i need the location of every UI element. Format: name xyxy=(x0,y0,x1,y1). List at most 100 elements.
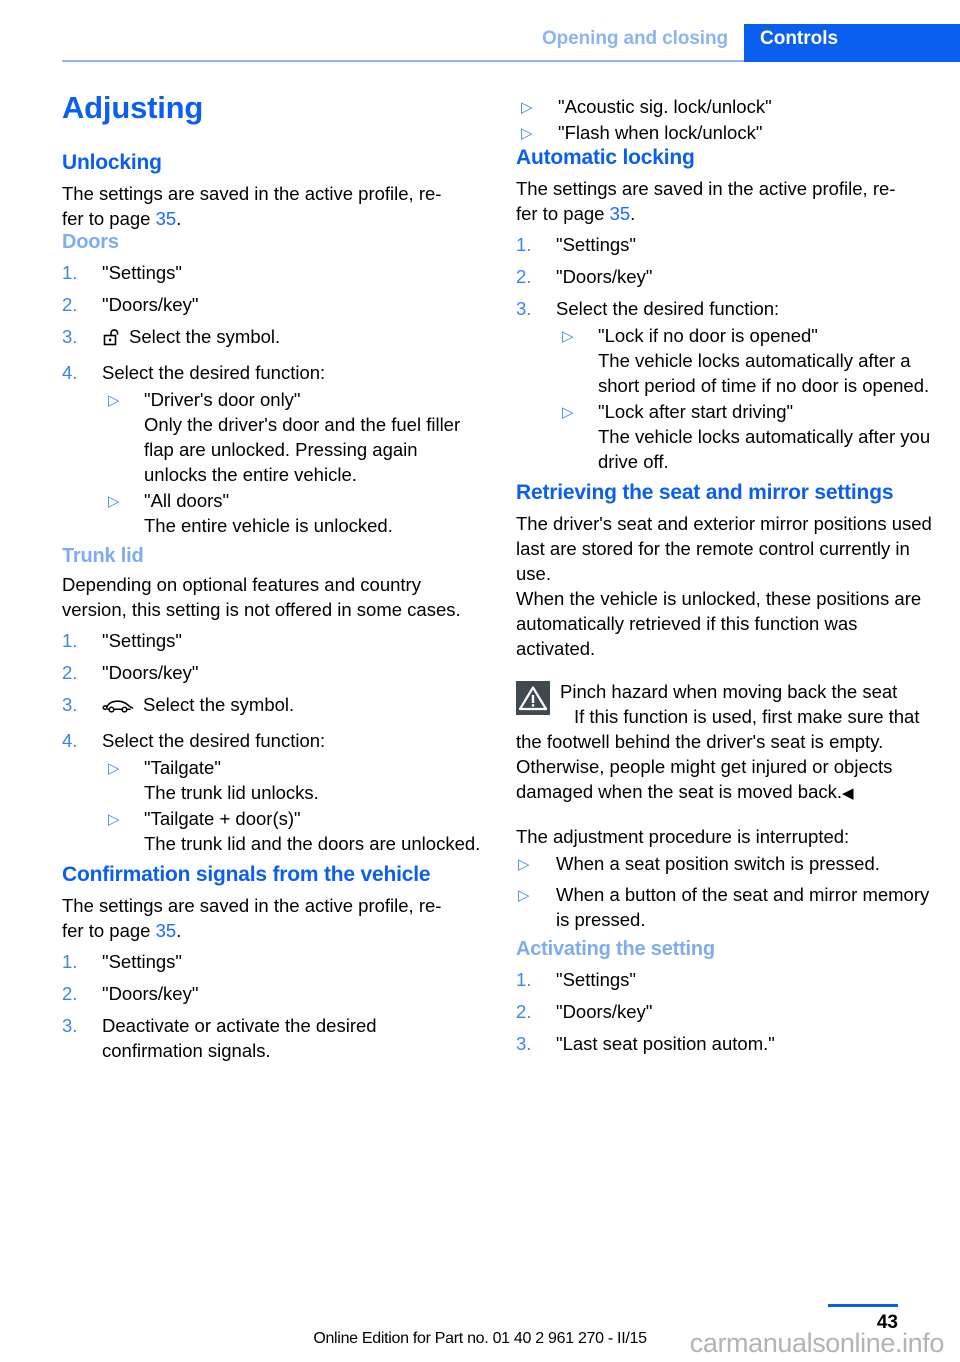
step-item: 3. "Last seat position autom." xyxy=(516,1031,936,1056)
automatic-locking-intro-line1: The settings are saved in the active pro… xyxy=(516,178,896,200)
car-trunk-open-icon xyxy=(102,695,136,721)
retrieving-paragraph-3: The adjustment procedure is interrupted: xyxy=(516,826,850,848)
triangle-bullet-icon: ▷ xyxy=(108,759,120,777)
step-number: 1. xyxy=(62,950,78,972)
option-description: The trunk lid unlocks. xyxy=(144,781,319,803)
triangle-bullet-icon: ▷ xyxy=(518,887,530,905)
automatic-locking-options: ▷ "Lock if no door is opened" The vehicle … xyxy=(556,323,936,474)
step-text: "Settings" xyxy=(102,261,182,283)
step-item: 3. Select the symbol. xyxy=(62,324,482,353)
warning-block: Pinch hazard when moving back the seat I… xyxy=(516,679,936,806)
step-number: 1. xyxy=(516,969,532,991)
step-text: "Settings" xyxy=(102,950,182,972)
unlocking-intro-period: . xyxy=(176,207,182,229)
page-reference-link[interactable]: 35 xyxy=(156,920,177,941)
option-label: "Lock after start driving" xyxy=(598,401,794,423)
step-number: 2. xyxy=(516,1001,532,1023)
option-item: ▷ "Tailgate + door(s)" The trunk lid and t… xyxy=(102,806,482,856)
heading-automatic-locking: Automatic locking xyxy=(516,146,695,169)
option-item: ▷ "All doors" The entire vehicle is unlock… xyxy=(102,488,482,538)
step-number: 3. xyxy=(516,298,532,320)
page-reference-link[interactable]: 35 xyxy=(610,203,631,224)
triangle-bullet-icon: ▷ xyxy=(521,99,533,116)
step-text: "Doors/key" xyxy=(102,982,199,1004)
option-label: "Lock if no door is opened" xyxy=(598,325,818,347)
automatic-locking-steps: 1. "Settings" 2. "Doors/key" 3. Select the … xyxy=(516,232,936,474)
step-text: "Doors/key" xyxy=(556,266,653,288)
step-text: Select the desired function: xyxy=(102,361,326,383)
header-tabs: Opening and closing Controls xyxy=(528,24,960,58)
page-title: Adjusting xyxy=(62,90,204,125)
option-description: The vehicle locks automatically after yo… xyxy=(598,426,931,473)
bullet-item: ▷ When a button of the seat and mirror me… xyxy=(516,882,936,932)
step-text: "Settings" xyxy=(556,969,636,991)
left-column: Adjusting Unlocking The settings are sav… xyxy=(62,90,482,1070)
option-item: ▷ "Flash when lock/unlock" xyxy=(516,120,936,145)
heading-retrieving-seat-mirror: Retrieving the seat and mirror settings xyxy=(516,481,894,505)
step-text: Select the symbol. xyxy=(143,693,295,715)
step-item: 1. "Settings" xyxy=(62,628,482,653)
triangle-bullet-icon: ▷ xyxy=(108,810,120,828)
trunk-options: ▷ "Tailgate" The trunk lid unlocks. ▷ "Tail… xyxy=(102,755,482,856)
option-label: "Flash when lock/unlock" xyxy=(558,122,763,143)
option-item: ▷ "Tailgate" The trunk lid unlocks. xyxy=(102,755,482,805)
step-item: 2. "Doors/key" xyxy=(516,264,936,289)
tab-opening-and-closing[interactable]: Opening and closing xyxy=(528,24,744,58)
unlocking-intro-line2: fer to page xyxy=(62,207,156,229)
step-text: "Doors/key" xyxy=(102,661,199,683)
step-number: 3. xyxy=(516,1033,532,1055)
triangle-bullet-icon: ▷ xyxy=(108,391,120,409)
doors-steps: 1. "Settings" 2. "Doors/key" 3. Select the … xyxy=(62,260,482,538)
step-text: "Settings" xyxy=(102,629,182,651)
step-number: 2. xyxy=(62,982,78,1004)
triangle-bullet-icon: ▷ xyxy=(518,856,530,874)
step-item: 2. "Doors/key" xyxy=(62,292,482,317)
step-text: Deactivate or activate the desired confi… xyxy=(102,1014,377,1061)
confirmation-options: ▷ "Acoustic sig. lock/unlock" ▷ "Flash whe… xyxy=(516,94,936,145)
page-header: Opening and closing Controls xyxy=(0,0,960,62)
trunk-intro: Depending on optional features and count… xyxy=(62,573,461,620)
automatic-locking-intro-period: . xyxy=(630,203,636,225)
confirmation-intro-line1: The settings are saved in the active pro… xyxy=(62,894,442,916)
step-item: 1. "Settings" xyxy=(62,949,482,974)
step-text: "Doors/key" xyxy=(102,293,199,315)
heading-confirmation-signals: Confirmation signals from the vehicle xyxy=(62,862,431,886)
step-text: "Doors/key" xyxy=(556,1001,653,1023)
option-description: The trunk lid and the doors are unlocked… xyxy=(144,832,481,854)
confirmation-intro-line2: fer to page xyxy=(62,919,156,941)
page-reference-link[interactable]: 35 xyxy=(156,208,177,229)
footer-accent-rule xyxy=(828,1304,898,1307)
option-item: ▷ "Lock after start driving" The vehicle l… xyxy=(556,399,936,474)
option-item: ▷ "Driver's door only" Only the driver's d… xyxy=(102,387,482,487)
automatic-locking-intro: The settings are saved in the active pro… xyxy=(516,176,936,226)
option-label: "Driver's door only" xyxy=(144,388,301,410)
step-item: 4. Select the desired function: ▷ "Tailgat… xyxy=(62,728,482,856)
tab-controls[interactable]: Controls xyxy=(744,24,960,58)
option-label: "Acoustic sig. lock/unlock" xyxy=(558,96,772,117)
step-item: 2. "Doors/key" xyxy=(516,999,936,1024)
step-number: 3. xyxy=(62,1014,78,1036)
step-number: 3. xyxy=(62,693,78,715)
step-number: 2. xyxy=(516,266,532,288)
warning-body: If this function is used, first make sur… xyxy=(516,706,920,803)
step-item: 2. "Doors/key" xyxy=(62,981,482,1006)
step-item: 1. "Settings" xyxy=(516,967,936,992)
retrieving-paragraph-1: The driver's seat and exterior mirror po… xyxy=(516,513,932,585)
step-item: 1. "Settings" xyxy=(516,232,936,257)
retrieving-paragraph-2: When the vehicle is unlocked, these posi… xyxy=(516,588,922,660)
unlocking-intro-line1: The settings are saved in the active pro… xyxy=(62,182,442,204)
triangle-bullet-icon: ▷ xyxy=(562,404,574,422)
step-number: 1. xyxy=(62,629,78,651)
step-text: Select the desired function: xyxy=(556,298,780,320)
step-number: 1. xyxy=(516,234,532,256)
option-description: The entire vehicle is unlocked. xyxy=(144,514,393,536)
confirmation-intro-period: . xyxy=(176,919,182,941)
heading-trunk-lid: Trunk lid xyxy=(62,544,144,567)
option-item: ▷ "Acoustic sig. lock/unlock" xyxy=(516,94,936,119)
step-text: "Last seat position autom." xyxy=(556,1033,775,1055)
bullet-text: When a button of the seat and mirror mem… xyxy=(556,884,930,931)
option-label: "Tailgate" xyxy=(144,756,221,778)
step-item: 3. Select the desired function: ▷ "Lock if… xyxy=(516,296,936,474)
trunk-steps: 1. "Settings" 2. "Doors/key" 3. Select the … xyxy=(62,628,482,856)
header-divider-accent xyxy=(744,58,960,62)
